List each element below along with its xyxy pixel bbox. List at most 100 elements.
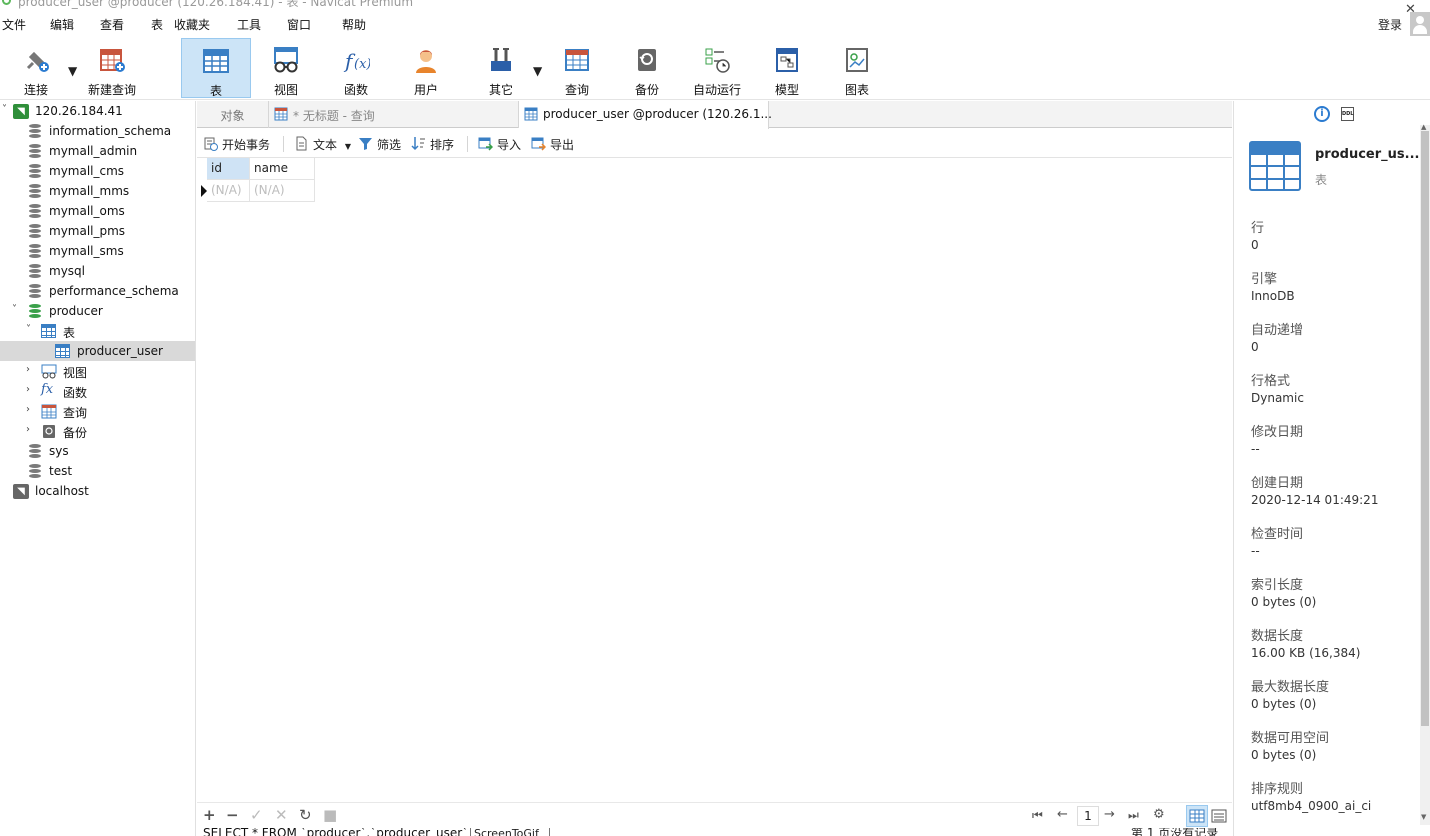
tab-producer-user[interactable]: producer_user @producer (120.26.1... — [519, 101, 772, 129]
tab-objects[interactable]: 对象 — [197, 101, 269, 128]
tree-table-producer-user[interactable]: producer_user — [0, 341, 195, 361]
tree-db-test[interactable]: test — [0, 461, 195, 481]
group-label: 查询 — [63, 406, 88, 420]
ddl-icon[interactable]: DDL — [1341, 107, 1354, 121]
view-button[interactable]: 视图 — [252, 38, 320, 98]
other-dropdown-icon[interactable]: ▼ — [533, 64, 542, 78]
function-label: 函数 — [343, 83, 368, 97]
delete-record-icon[interactable]: − — [226, 807, 239, 823]
property-value: 2020-12-14 01:49:21 — [1251, 493, 1379, 507]
database-icon — [28, 184, 44, 199]
query-button[interactable]: 查询 — [543, 38, 611, 98]
tree-db-mymall-pms[interactable]: mymall_pms — [0, 221, 195, 241]
table-large-icon — [1249, 141, 1301, 191]
backup-icon — [41, 424, 57, 439]
tree-group-queries[interactable]: › 查询 — [0, 401, 195, 421]
collapse-arrow-icon[interactable]: ˅ — [26, 324, 36, 336]
tree-server-node[interactable]: ˅ ◥ 120.26.184.41 — [0, 101, 195, 121]
scrollbar-thumb[interactable] — [1421, 131, 1429, 726]
menu-file[interactable]: 文件 — [2, 16, 26, 33]
tree-group-backups[interactable]: › 备份 — [0, 421, 195, 441]
scroll-down-icon[interactable]: ▼ — [1421, 813, 1426, 821]
menu-bar: 文件 编辑 查看 表 收藏夹 工具 窗口 帮助 ✕ 登录 — [0, 2, 1430, 36]
database-icon — [28, 284, 44, 299]
panel-scrollbar[interactable]: ▲ ▼ — [1420, 123, 1430, 825]
login-button[interactable]: 登录 — [1378, 16, 1402, 33]
tree-db-mymall-cms[interactable]: mymall_cms — [0, 161, 195, 181]
tree-group-functions[interactable]: › fx 函数 — [0, 381, 195, 401]
stop-icon[interactable]: ■ — [323, 807, 337, 823]
connect-button[interactable]: 连接 — [6, 38, 66, 98]
next-page-icon[interactable]: → — [1104, 807, 1115, 823]
settings-gear-icon[interactable]: ⚙ — [1153, 807, 1165, 823]
import-button[interactable]: 导入 — [478, 136, 521, 153]
tree-db-mymall-admin[interactable]: mymall_admin — [0, 141, 195, 161]
model-button[interactable]: 模型 — [753, 38, 821, 98]
tab-untitled-query[interactable]: * 无标题 - 查询 — [269, 101, 519, 128]
function-button[interactable]: f (x) 函数 — [322, 38, 390, 98]
column-header-name[interactable]: name — [250, 158, 315, 180]
add-record-icon[interactable]: + — [203, 807, 216, 823]
tree-db-mymall-mms[interactable]: mymall_mms — [0, 181, 195, 201]
minimize-icon[interactable]: – — [1362, 0, 1368, 6]
table-cell[interactable]: (N/A) — [250, 180, 315, 202]
user-avatar-icon[interactable] — [1410, 12, 1430, 36]
tree-db-performance-schema[interactable]: performance_schema — [0, 281, 195, 301]
column-header-id[interactable]: id — [207, 158, 250, 180]
menu-table[interactable]: 表 — [151, 16, 163, 33]
menu-window[interactable]: 窗口 — [287, 16, 311, 33]
group-label: 函数 — [63, 386, 88, 400]
last-page-icon[interactable]: ⏭ — [1128, 807, 1139, 823]
connect-dropdown-icon[interactable]: ▼ — [68, 64, 77, 78]
table-cell[interactable]: (N/A) — [207, 180, 250, 202]
main-toolbar: 连接 ▼ 新建查询 表 视图 f (x) 函数 用户 其它 ▼ 查询 备份 自动… — [0, 36, 1430, 100]
form-view-button[interactable] — [1208, 805, 1230, 827]
backup-button[interactable]: 备份 — [613, 38, 681, 98]
first-page-icon[interactable]: ⏮ — [1032, 807, 1043, 823]
new-query-button[interactable]: 新建查询 — [80, 38, 144, 98]
tree-db-mymall-oms[interactable]: mymall_oms — [0, 201, 195, 221]
expand-arrow-icon[interactable]: › — [26, 404, 36, 416]
sort-button[interactable]: 排序 — [411, 136, 454, 153]
scroll-up-icon[interactable]: ▲ — [1421, 123, 1426, 131]
expand-arrow-icon[interactable]: › — [26, 384, 36, 396]
text-view-button[interactable]: 文本 ▼ — [294, 136, 351, 153]
export-button[interactable]: 导出 — [531, 136, 574, 153]
expand-arrow-icon[interactable]: › — [26, 424, 36, 436]
info-icon[interactable]: i — [1314, 106, 1330, 122]
user-button[interactable]: 用户 — [392, 38, 460, 98]
object-info-panel: i DDL producer_us... 表 行 0 引擎 InnoDB 自动递… — [1233, 101, 1430, 836]
page-number-input[interactable]: 1 — [1077, 806, 1099, 826]
begin-transaction-button[interactable]: 开始事务 — [203, 136, 270, 153]
menu-tools[interactable]: 工具 — [237, 16, 261, 33]
database-icon — [28, 124, 44, 139]
discard-x-icon[interactable]: ✕ — [275, 807, 288, 823]
other-button[interactable]: 其它 — [467, 38, 535, 98]
automation-button[interactable]: 自动运行 — [683, 38, 751, 98]
tree-db-information-schema[interactable]: information_schema — [0, 121, 195, 141]
collapse-arrow-icon[interactable]: ˅ — [12, 304, 22, 316]
property-label: 行 — [1251, 221, 1265, 236]
collapse-arrow-icon[interactable]: ˅ — [2, 104, 12, 116]
grid-view-button[interactable] — [1186, 805, 1208, 827]
menu-favorites[interactable]: 收藏夹 — [174, 16, 210, 33]
tree-group-views[interactable]: › 视图 — [0, 361, 195, 381]
refresh-icon[interactable]: ↻ — [299, 807, 312, 823]
menu-view[interactable]: 查看 — [100, 16, 124, 33]
menu-help[interactable]: 帮助 — [342, 16, 366, 33]
expand-arrow-icon[interactable]: › — [26, 364, 36, 376]
tree-db-mysql[interactable]: mysql — [0, 261, 195, 281]
chart-button[interactable]: 图表 — [823, 38, 891, 98]
filter-button[interactable]: 筛选 — [358, 136, 401, 153]
table-icon — [524, 107, 538, 121]
tree-db-sys[interactable]: sys — [0, 441, 195, 461]
tree-server-localhost[interactable]: ◥ localhost — [0, 481, 195, 501]
tree-db-producer[interactable]: ˅ producer — [0, 301, 195, 321]
previous-page-icon[interactable]: ← — [1057, 807, 1068, 823]
tree-db-mymall-sms[interactable]: mymall_sms — [0, 241, 195, 261]
menu-edit[interactable]: 编辑 — [50, 16, 74, 33]
tree-group-tables[interactable]: ˅ 表 — [0, 321, 195, 341]
connection-tree: ˅ ◥ 120.26.184.41 information_schema mym… — [0, 101, 196, 836]
table-button[interactable]: 表 — [181, 38, 251, 98]
apply-check-icon[interactable]: ✓ — [250, 807, 263, 823]
